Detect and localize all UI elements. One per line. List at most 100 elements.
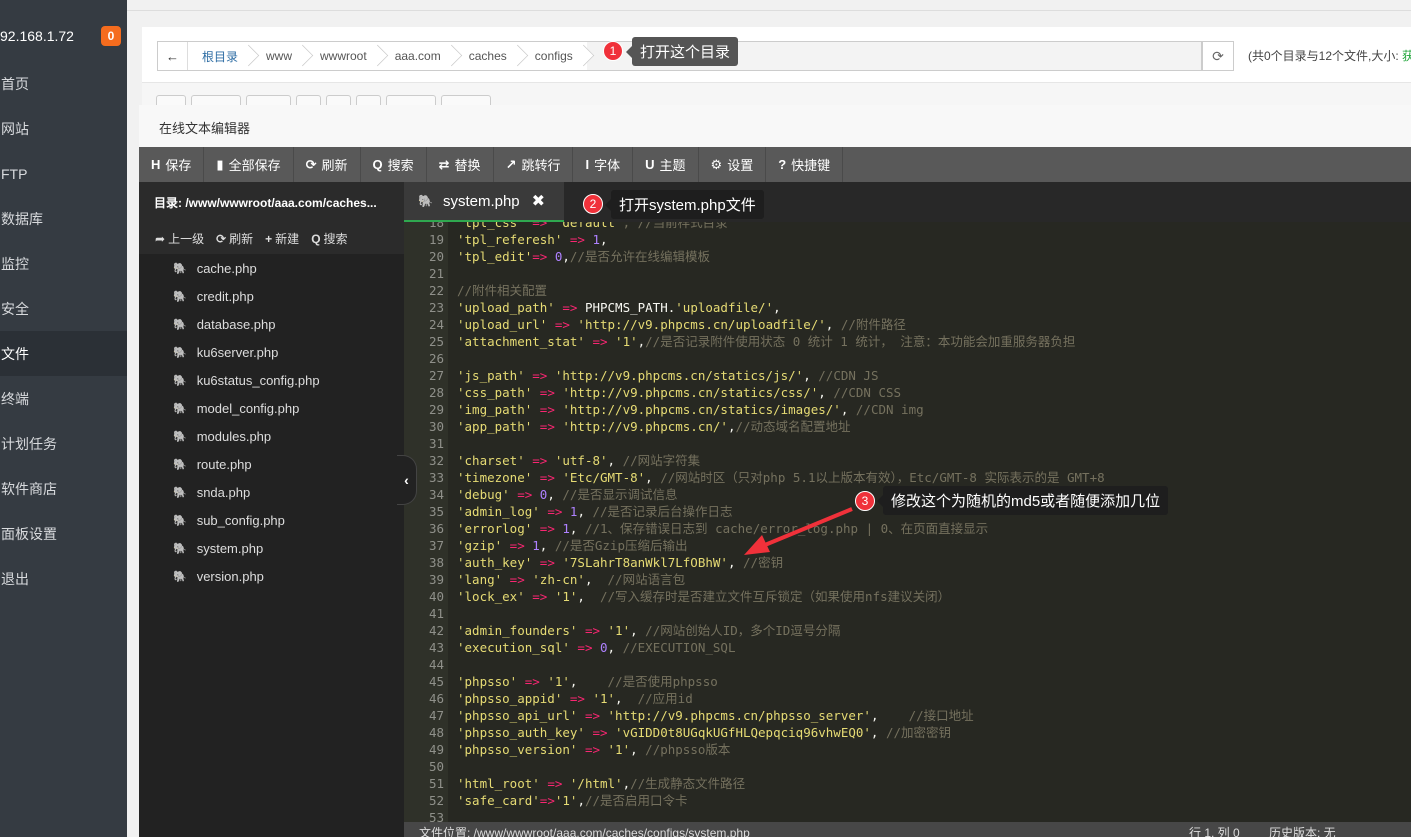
nav-item[interactable]: 监控 — [0, 241, 127, 286]
code-token: 1 — [562, 521, 570, 536]
breadcrumb-item[interactable]: configs — [520, 42, 587, 70]
sidebar-tool-button[interactable]: Q 搜索 — [311, 230, 347, 247]
sidebar-tool-button[interactable]: + 新建 — [265, 230, 299, 247]
sidebar-tool-button[interactable]: ➦ 上一级 — [155, 230, 204, 247]
step-marker-1: 1 — [603, 41, 623, 61]
close-tab-icon[interactable]: ✖ — [532, 191, 545, 211]
file-toolbar-button[interactable] — [441, 95, 491, 105]
breadcrumb-item[interactable]: wwwroot — [306, 42, 381, 70]
file-toolbar-button[interactable] — [156, 95, 186, 105]
breadcrumb-item[interactable]: aaa.com — [380, 42, 455, 70]
toolbar-button[interactable]: I 字体 — [573, 147, 634, 182]
line-number: 52 — [428, 793, 444, 808]
tab-system-php[interactable]: 🐘 system.php ✖ — [404, 182, 564, 222]
code-token: //应用id — [637, 691, 693, 706]
file-toolbar-button[interactable] — [191, 95, 241, 105]
file-toolbar-button[interactable] — [386, 95, 436, 105]
chevron-left-icon: ‹ — [404, 472, 409, 488]
nav-item[interactable]: 退出 — [0, 556, 127, 601]
file-item[interactable]: 🐘 sub_config.php — [139, 506, 404, 534]
nav-item[interactable]: FTP — [0, 151, 127, 196]
nav-item[interactable]: 终端 — [0, 376, 127, 421]
code-token: , — [607, 640, 623, 655]
breadcrumb-item[interactable]: 根目录 — [188, 42, 253, 70]
line-number: 41 — [428, 606, 444, 621]
nav-item[interactable]: 首页 — [0, 61, 127, 106]
nav-item[interactable]: 文件 — [0, 331, 127, 376]
line-gutter: 18 19 20 21 22 23 24 25 26 27 28 29 30 31 32 33 34 35 36 37… — [404, 222, 448, 822]
file-item[interactable]: 🐘 ku6server.php — [139, 338, 404, 366]
line-number: 28 — [428, 385, 444, 400]
toolbar-button[interactable]: U 主题 — [633, 147, 699, 182]
file-name: route.php — [196, 456, 252, 472]
code-token: 'gzip' — [457, 538, 503, 553]
status-history[interactable]: 历史版本: 无 — [1269, 824, 1336, 837]
toolbar-button[interactable]: ↗ 跳转行 — [494, 147, 574, 182]
code-editor[interactable]: 18 19 20 21 22 23 24 25 26 27 28 29 30 31 32 33 34 35 36 37… — [404, 222, 1411, 822]
breadcrumb-item[interactable]: www — [252, 42, 307, 70]
file-list: 🐘 cache.php 🐘 credit.php 🐘 database.php 🐘 ku6se… — [139, 254, 404, 837]
file-item[interactable]: 🐘 version.php — [139, 562, 404, 590]
file-item[interactable]: 🐘 system.php — [139, 534, 404, 562]
file-item[interactable]: 🐘 cache.php — [139, 254, 404, 282]
file-toolbar-button[interactable] — [356, 95, 381, 105]
code-token: 'http://v9.phpcms.cn/statics/images/' — [562, 402, 841, 417]
code-token: 'execution_sql' — [457, 640, 570, 655]
file-item[interactable]: 🐘 ku6status_config.php — [139, 366, 404, 394]
toolbar-button[interactable]: ⇄ 替换 — [427, 147, 494, 182]
file-toolbar-button[interactable] — [246, 95, 291, 105]
code-token: //CDN JS — [818, 368, 879, 383]
file-item[interactable]: 🐘 route.php — [139, 450, 404, 478]
get-size-link[interactable]: 获 — [1402, 49, 1411, 63]
nav-item[interactable]: 数据库 — [0, 196, 127, 241]
code-token: => — [539, 776, 570, 791]
code-token: , — [803, 368, 819, 383]
code-line: 'tpl_edit'=> 0,//是否允许在线编辑模板 — [457, 248, 710, 265]
nav-item[interactable]: 软件商店 — [0, 466, 127, 511]
toolbar-button[interactable]: Q 搜索 — [361, 147, 427, 182]
nav-item[interactable]: 面板设置 — [0, 511, 127, 556]
nav-item[interactable]: 计划任务 — [0, 421, 127, 466]
sidebar-tool-button[interactable]: ⟳ 刷新 — [216, 230, 253, 247]
app: 92.168.1.72 0 首页 网站 FTP 数据库 监控 安全 文件 终端 计划任务 软件商店… — [0, 0, 1411, 837]
code-token: //网站字符集 — [622, 453, 701, 468]
line-number: 51 — [428, 776, 444, 791]
file-toolbar-button[interactable] — [296, 95, 321, 105]
code-line: 'timezone' => 'Etc/GMT-8', //网站时区（只对php … — [457, 469, 1105, 486]
notification-badge[interactable]: 0 — [101, 26, 121, 46]
code-token: 'upload_path' — [457, 300, 555, 315]
code-token: //CDN CSS — [833, 385, 902, 400]
sidebar-tools: ➦ 上一级 ⟳ 刷新 + 新建 Q 搜索 — [139, 222, 404, 254]
breadcrumb-item[interactable]: caches — [454, 42, 521, 70]
summary-text: (共0个目录与12个文件,大小: — [1248, 49, 1403, 63]
code-token: 'admin_log' — [457, 504, 540, 519]
file-toolbar-button[interactable] — [326, 95, 351, 105]
code-token: , — [645, 470, 661, 485]
toolbar-button[interactable]: ⟳ 刷新 — [294, 147, 361, 182]
code-token: , — [870, 725, 886, 740]
code-line: 'phpsso_version' => '1', //phpsso版本 — [457, 741, 730, 758]
file-item[interactable]: 🐘 database.php — [139, 310, 404, 338]
code-line: 'debug' => 0, //是否显示调试信息 — [457, 486, 677, 503]
code-token: 'safe_card' — [457, 793, 540, 808]
code-token: 'admin_founders' — [457, 623, 578, 638]
code-token: //写入缓存时是否建立文件互斥锁定（如果使用nfs建议关闭） — [600, 589, 951, 604]
toolbar-button[interactable]: ⚙ 设置 — [699, 147, 767, 182]
code-token: 'http://v9.phpcms.cn/statics/js/' — [554, 368, 804, 383]
refresh-button[interactable]: ⟳ — [1202, 41, 1234, 71]
nav-item[interactable]: 网站 — [0, 106, 127, 151]
toolbar-button[interactable]: ▮ 全部保存 — [204, 147, 294, 182]
php-elephant-icon: 🐘 — [173, 290, 187, 303]
file-item[interactable]: 🐘 snda.php — [139, 478, 404, 506]
current-directory: 目录: /www/wwwroot/aaa.com/caches... — [139, 182, 404, 222]
file-item[interactable]: 🐘 modules.php — [139, 422, 404, 450]
file-item[interactable]: 🐘 credit.php — [139, 282, 404, 310]
code-token: => — [509, 487, 540, 502]
collapse-sidebar-button[interactable]: ‹ — [397, 455, 417, 505]
code-token: '/html' — [569, 776, 623, 791]
nav-item[interactable]: 安全 — [0, 286, 127, 331]
file-item[interactable]: 🐘 model_config.php — [139, 394, 404, 422]
toolbar-button[interactable]: H 保存 — [139, 147, 205, 182]
toolbar-button[interactable]: ? 快捷键 — [766, 147, 844, 182]
back-button[interactable]: ← — [158, 42, 188, 70]
